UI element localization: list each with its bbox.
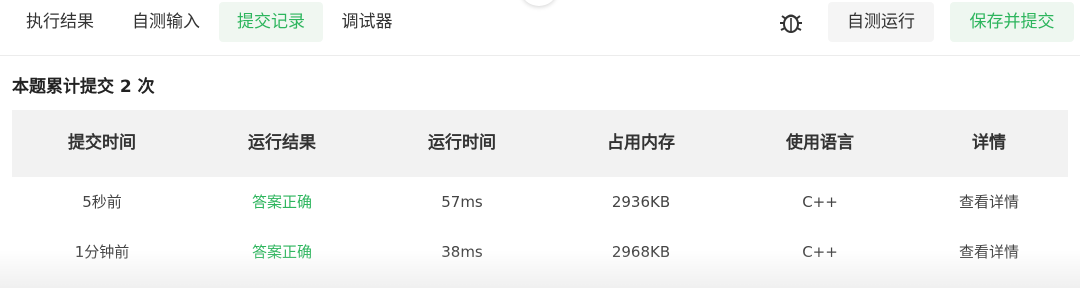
run-time-cell: 57ms [441, 193, 483, 211]
column-header-memory: 占用内存 [607, 133, 675, 153]
column-header-run-result: 运行结果 [248, 133, 316, 153]
save-and-submit-button[interactable]: 保存并提交 [950, 2, 1074, 42]
column-header-run-time: 运行时间 [428, 133, 496, 153]
self-test-run-button[interactable]: 自测运行 [828, 2, 934, 42]
submit-time-cell: 1分钟前 [74, 243, 130, 261]
tab-execution-result[interactable]: 执行结果 [10, 2, 110, 42]
run-result-cell: 答案正确 [251, 243, 312, 261]
panel-toggle-handle[interactable] [522, 0, 556, 6]
run-result-cell: 答案正确 [251, 193, 312, 211]
language-cell: C++ [802, 193, 838, 211]
tab-debugger[interactable]: 调试器 [331, 2, 403, 42]
column-header-submit-time: 提交时间 [68, 133, 136, 153]
language-cell: C++ [802, 243, 838, 261]
submission-count-summary: 本题累计提交 2 次 [12, 77, 155, 97]
view-details-link[interactable]: 查看详情 [910, 177, 1068, 227]
tab-submission-records[interactable]: 提交记录 [219, 2, 323, 42]
tab-self-test-input[interactable]: 自测输入 [118, 2, 214, 42]
table-header-row: 提交时间 运行结果 运行时间 占用内存 使用语言 详情 [12, 110, 1068, 177]
column-header-details: 详情 [972, 133, 1006, 153]
view-details-link[interactable]: 查看详情 [910, 227, 1068, 277]
table-row: 1分钟前 答案正确 38ms 2968KB C++ 查看详情 [12, 227, 1068, 277]
column-header-language: 使用语言 [786, 133, 854, 153]
top-toolbar: 执行结果 自测输入 提交记录 调试器 自测运行 保存并提交 [0, 0, 1080, 56]
submission-records-table: 提交时间 运行结果 运行时间 占用内存 使用语言 详情 5秒前 答案正确 57m… [12, 110, 1068, 277]
run-time-cell: 38ms [441, 243, 483, 261]
submit-time-cell: 5秒前 [82, 193, 122, 211]
bug-icon[interactable] [778, 9, 804, 35]
table-row: 5秒前 答案正确 57ms 2936KB C++ 查看详情 [12, 177, 1068, 227]
memory-cell: 2968KB [611, 243, 671, 261]
memory-cell: 2936KB [611, 193, 671, 211]
